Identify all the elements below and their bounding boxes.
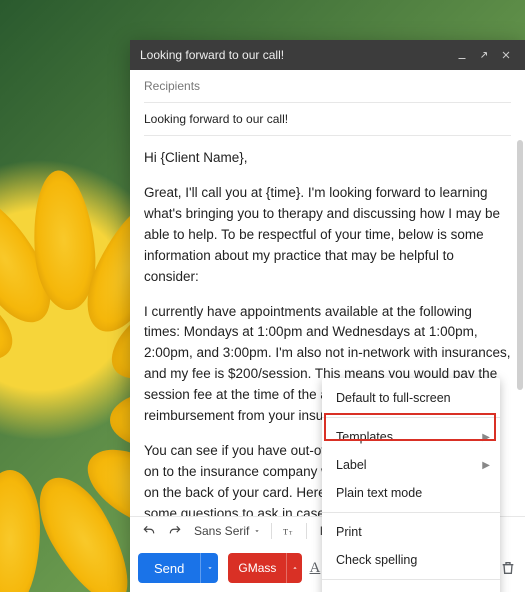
chevron-right-icon: ▶ [482, 460, 490, 471]
font-name: Sans Serif [194, 524, 249, 538]
menu-item-check-spelling[interactable]: Check spelling [322, 546, 500, 574]
menu-label: Plain text mode [336, 486, 422, 500]
undo-icon[interactable] [138, 520, 160, 542]
chevron-down-icon [206, 564, 214, 572]
gmass-group: GMass [228, 553, 302, 583]
menu-label: Check spelling [336, 553, 417, 567]
menu-item-default-fullscreen[interactable]: Default to full-screen [322, 384, 500, 412]
background-image: Looking forward to our call! Recipients … [0, 0, 525, 592]
chevron-down-icon [253, 527, 261, 535]
menu-item-print[interactable]: Print [322, 518, 500, 546]
send-group: Send [138, 553, 218, 583]
menu-label: Label [336, 458, 367, 472]
menu-label: Default to full-screen [336, 391, 451, 405]
sunflower-petal [0, 470, 40, 592]
menu-label: Print [336, 525, 362, 539]
gmass-button[interactable]: GMass [228, 553, 286, 583]
toolbar-separator [306, 523, 307, 539]
menu-label: Templates [336, 430, 393, 444]
gmass-more-button[interactable] [286, 553, 302, 583]
redo-icon[interactable] [164, 520, 186, 542]
send-button[interactable]: Send [138, 553, 200, 583]
font-size-icon[interactable]: TT [278, 520, 300, 542]
menu-divider [322, 512, 500, 513]
popout-icon[interactable] [475, 46, 493, 64]
close-icon[interactable] [497, 46, 515, 64]
discard-icon[interactable] [500, 555, 517, 581]
menu-item-label[interactable]: Label ▶ [322, 451, 500, 479]
compose-title: Looking forward to our call! [140, 48, 449, 62]
subject-field[interactable]: Looking forward to our call! [144, 103, 511, 136]
svg-text:T: T [284, 527, 289, 536]
menu-item-plain-text[interactable]: Plain text mode [322, 479, 500, 507]
body-greeting: Hi {Client Name}, [144, 148, 511, 169]
format-icon[interactable]: A [306, 555, 323, 581]
menu-divider [322, 417, 500, 418]
chevron-right-icon: ▶ [482, 432, 490, 443]
scrollbar[interactable] [517, 140, 523, 390]
menu-item-templates[interactable]: Templates ▶ [322, 423, 500, 451]
menu-item-smart-compose[interactable]: Smart Compose feedback [322, 585, 500, 592]
compose-titlebar: Looking forward to our call! [130, 40, 525, 70]
chevron-up-icon [291, 564, 299, 572]
send-more-button[interactable] [200, 553, 218, 583]
svg-text:T: T [289, 530, 293, 536]
minimize-icon[interactable] [453, 46, 471, 64]
recipients-field[interactable]: Recipients [144, 70, 511, 103]
toolbar-separator [271, 523, 272, 539]
font-select[interactable]: Sans Serif [190, 524, 265, 538]
more-options-menu: Default to full-screen Templates ▶ Label… [322, 378, 500, 592]
compose-fields: Recipients Looking forward to our call! [130, 70, 525, 136]
menu-divider [322, 579, 500, 580]
body-paragraph: Great, I'll call you at {time}. I'm look… [144, 183, 511, 288]
